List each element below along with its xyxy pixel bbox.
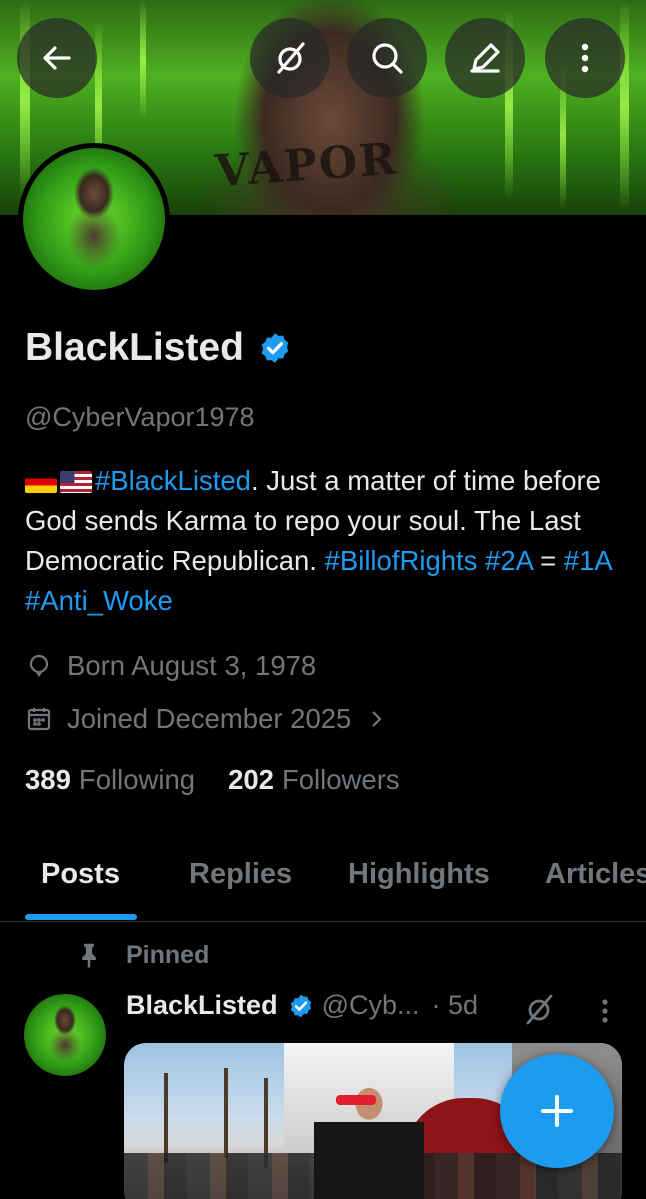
post-author-name[interactable]: BlackListed	[126, 990, 278, 1021]
profile-name-row: BlackListed	[25, 326, 292, 370]
grok-button[interactable]	[250, 18, 330, 98]
pinned-indicator: Pinned	[74, 940, 209, 970]
verified-badge-icon	[290, 994, 311, 1017]
arrow-left-icon	[43, 46, 71, 70]
banner-tattoo-text: VAPOR	[213, 133, 400, 198]
profile-handle: @CyberVapor1978	[25, 402, 255, 432]
compose-post-button[interactable]	[500, 1054, 614, 1168]
avatar-image	[23, 148, 165, 290]
bio-equals: =	[532, 545, 564, 576]
following-count: 389	[25, 764, 71, 795]
following-label: Following	[78, 764, 196, 795]
post-author-handle[interactable]: @Cyb...	[322, 990, 420, 1021]
followers-label: Followers	[281, 764, 400, 795]
display-name: BlackListed	[25, 326, 244, 369]
profile-tabs: Posts Replies Highlights Articles	[0, 840, 646, 922]
followers-link[interactable]: 202 Followers	[228, 764, 400, 796]
joined-row[interactable]: Joined December 2025	[25, 703, 387, 735]
pin-icon	[82, 943, 96, 968]
usa-flag-icon	[60, 471, 92, 493]
germany-flag-icon	[25, 471, 57, 493]
hashtag-link[interactable]: #BillofRights	[325, 545, 478, 576]
pencil-icon	[470, 43, 500, 73]
balloon-icon	[29, 654, 49, 677]
media-palm	[224, 1068, 228, 1158]
search-button[interactable]	[347, 18, 427, 98]
hashtag-link[interactable]: #1A	[564, 545, 611, 576]
grok-icon	[277, 42, 305, 74]
verified-badge-icon[interactable]	[258, 331, 292, 365]
pinned-label: Pinned	[126, 940, 210, 969]
more-button[interactable]	[545, 18, 625, 98]
tab-articles[interactable]: Articles	[545, 858, 646, 891]
birthday-row: Born August 3, 1978	[25, 650, 316, 682]
plus-icon	[541, 1095, 573, 1127]
hashtag-link[interactable]: #2A	[485, 545, 532, 576]
hashtag-link[interactable]: #Anti_Woke	[25, 585, 173, 616]
back-button[interactable]	[17, 18, 97, 98]
media-sunglasses	[336, 1095, 376, 1105]
chevron-right-icon	[372, 711, 382, 727]
joined-text: Joined December 2025	[67, 703, 352, 734]
more-vertical-icon	[581, 43, 589, 73]
grok-icon[interactable]	[520, 990, 558, 1028]
more-vertical-icon[interactable]	[595, 996, 615, 1026]
edit-button[interactable]	[445, 18, 525, 98]
birthday-text: Born August 3, 1978	[67, 650, 317, 681]
search-icon	[372, 43, 403, 74]
calendar-icon	[27, 708, 51, 731]
post-avatar[interactable]	[24, 994, 106, 1076]
post-timestamp[interactable]: · 5d	[432, 990, 479, 1021]
profile-avatar[interactable]	[18, 143, 170, 295]
profile-bio: #BlackListed. Just a matter of time befo…	[25, 461, 625, 621]
active-tab-indicator	[25, 914, 137, 920]
tab-posts[interactable]: Posts	[41, 858, 120, 891]
following-link[interactable]: 389 Following	[25, 764, 195, 796]
media-person	[314, 1073, 424, 1199]
hashtag-link[interactable]: #BlackListed	[95, 465, 251, 496]
tab-highlights[interactable]: Highlights	[348, 858, 490, 891]
media-palm	[164, 1073, 168, 1163]
followers-count: 202	[228, 764, 274, 795]
follow-counts: 389 Following 202 Followers	[25, 764, 433, 796]
post-header: BlackListed @Cyb... · 5d	[126, 990, 478, 1021]
tab-replies[interactable]: Replies	[189, 858, 292, 891]
